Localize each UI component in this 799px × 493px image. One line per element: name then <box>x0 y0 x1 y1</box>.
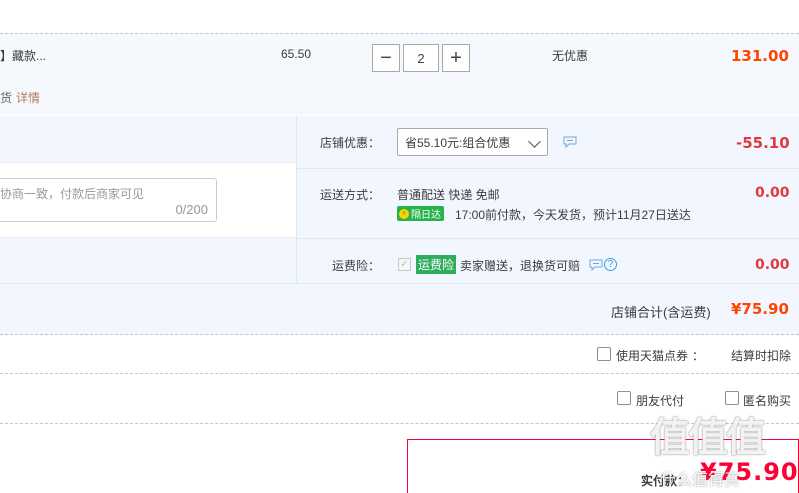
item-unit-price: 65.50 <box>281 47 312 61</box>
shop-discount-selected: 省55.10元:组合优惠 <box>405 135 511 150</box>
increase-quantity-button[interactable]: + <box>442 44 470 72</box>
shipping-amount: 0.00 <box>755 185 790 201</box>
divider <box>296 168 799 169</box>
help-icon[interactable]: ? <box>604 258 617 271</box>
item-line-total: 131.00 <box>731 47 789 65</box>
shop-discount-label: 店铺优惠： <box>319 136 380 150</box>
coupon-label[interactable]: 使用天猫点券 <box>616 347 688 364</box>
shop-discount-select[interactable]: 省55.10元:组合优惠 <box>397 128 548 156</box>
item-title[interactable]: 】藏款... <box>0 47 46 64</box>
shop-order-block: 协商一致，付款后商家可见 0/200 店铺优惠： 省55.10元:组合优惠 -5… <box>0 116 799 335</box>
item-details-link[interactable]: 详情 <box>16 91 40 105</box>
coupon-checkbox[interactable] <box>597 347 611 361</box>
message-char-count: 0/200 <box>175 202 208 217</box>
shop-total-amount: ¥75.90 <box>731 300 789 318</box>
quantity-input[interactable]: 2 <box>403 44 439 72</box>
shop-discount-amount: -55.10 <box>736 134 790 152</box>
insurance-label: 运费险： <box>331 259 380 273</box>
left-strip <box>0 116 296 162</box>
next-day-badge-text: 隔日达 <box>411 210 441 221</box>
watermark-subtext: 什么值得买 <box>660 470 741 489</box>
divider <box>296 238 799 239</box>
next-day-badge: ⚡ 隔日达 <box>397 206 444 221</box>
shipping-label: 运送方式： <box>319 188 380 202</box>
chat-icon[interactable] <box>589 259 603 271</box>
coupon-colon: ： <box>692 349 705 363</box>
lightning-icon: ⚡ <box>399 208 409 219</box>
divider <box>0 283 799 284</box>
coupon-row: 使用天猫点券 ： 结算时扣除 <box>0 335 799 374</box>
divider <box>296 116 297 283</box>
insurance-checkbox[interactable]: ✓ <box>398 258 411 271</box>
decrease-quantity-button[interactable]: − <box>372 44 400 72</box>
cart-item-row: 】藏款... 货详情 65.50 − 2 + 无优惠 131.00 <box>0 33 799 115</box>
insurance-amount: 0.00 <box>755 257 790 273</box>
shipping-method: 普通配送 快递 免邮 <box>397 188 500 202</box>
watermark-logo: 值值值 <box>650 415 766 461</box>
chevron-down-icon <box>528 135 541 148</box>
shipping-eta: 17:00前付款，今天发货，预计11月27日送达 <box>455 208 691 222</box>
anonymous-checkbox[interactable] <box>725 391 739 405</box>
shop-total-label: 店铺合计(含运费) <box>611 305 711 320</box>
seller-message-input[interactable]: 协商一致，付款后商家可见 0/200 <box>0 178 217 222</box>
item-sub-info: 货详情 <box>0 89 40 106</box>
chat-icon[interactable] <box>563 136 577 148</box>
quantity-stepper: − 2 + <box>372 44 470 72</box>
item-discount: 无优惠 <box>552 49 589 63</box>
message-placeholder: 协商一致，付款后商家可见 <box>0 187 145 201</box>
insurance-text: 卖家赠送，退换货可赔 <box>460 259 581 273</box>
friend-pay-checkbox[interactable] <box>617 391 631 405</box>
item-sub-text: 货 <box>0 91 13 105</box>
insurance-tag: 运费险 <box>416 255 457 274</box>
coupon-deduct-text: 结算时扣除 <box>731 349 792 363</box>
